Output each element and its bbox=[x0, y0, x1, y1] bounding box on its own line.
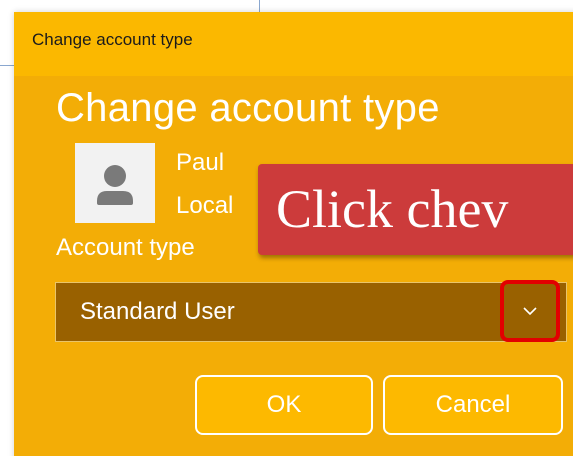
person-icon bbox=[75, 143, 155, 223]
cancel-button[interactable]: Cancel bbox=[383, 375, 563, 435]
ok-button[interactable]: OK bbox=[195, 375, 373, 435]
window-title: Change account type bbox=[32, 30, 193, 49]
background-window-edge bbox=[259, 0, 260, 12]
user-name: Paul bbox=[176, 149, 225, 176]
chevron-down-icon bbox=[523, 307, 537, 316]
screen: Change account type Change account type … bbox=[0, 0, 573, 456]
account-type-selected-value: Standard User bbox=[80, 298, 235, 325]
background-window-edge bbox=[0, 65, 14, 66]
title-bar[interactable]: Change account type bbox=[14, 12, 573, 76]
callout-text: Click chev bbox=[276, 179, 509, 239]
account-type-dropdown[interactable]: Standard User bbox=[55, 282, 567, 342]
instruction-callout: Click chev bbox=[258, 164, 573, 255]
account-type-label: Account type bbox=[56, 234, 195, 261]
dialog-heading: Change account type bbox=[56, 86, 440, 130]
user-account-kind: Local bbox=[176, 192, 234, 219]
dropdown-chevron-button[interactable] bbox=[500, 280, 560, 342]
